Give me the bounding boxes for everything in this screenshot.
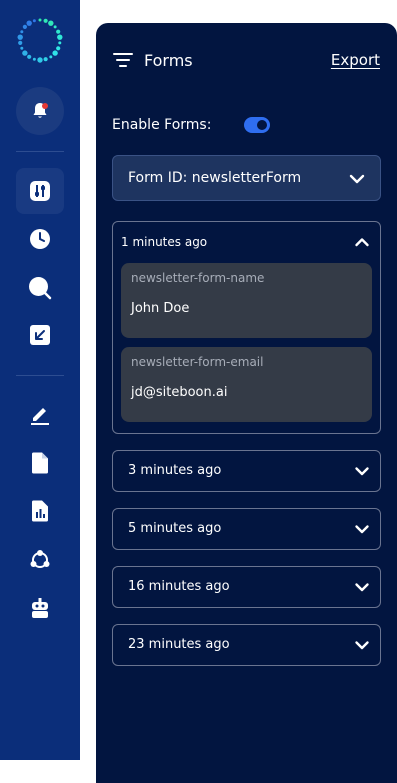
- submission-time: 23 minutes ago: [128, 637, 230, 652]
- filter-icon[interactable]: [113, 52, 133, 68]
- toggle-knob: [257, 120, 267, 130]
- chevron-down-icon: [355, 583, 369, 592]
- submission-entry[interactable]: 23 minutes ago: [112, 624, 381, 666]
- logo-icon: [17, 18, 63, 63]
- sidebar-item-reports[interactable]: [16, 488, 64, 534]
- notifications-button[interactable]: [16, 87, 64, 135]
- sidebar-item-history[interactable]: [16, 216, 64, 262]
- bell-icon: [33, 103, 48, 118]
- field-name: newsletter-form-name: [131, 271, 265, 285]
- submission-time: 3 minutes ago: [128, 463, 222, 478]
- submission-field: newsletter-form-name John Doe: [121, 263, 372, 338]
- sidebar-item-integrations[interactable]: [16, 537, 64, 583]
- chevron-down-icon: [355, 467, 369, 476]
- field-value: John Doe: [131, 301, 190, 316]
- submission-entry[interactable]: 3 minutes ago: [112, 450, 381, 492]
- export-link[interactable]: Export: [331, 51, 380, 69]
- submission-time: 16 minutes ago: [128, 579, 230, 594]
- enable-forms-label: Enable Forms:: [112, 117, 212, 133]
- sidebar-item-forms[interactable]: [16, 168, 64, 214]
- arrow-down-left-icon: [30, 325, 50, 345]
- field-value: jd@siteboon.ai: [131, 385, 228, 400]
- enable-forms-toggle[interactable]: [244, 117, 270, 133]
- submission-field: newsletter-form-email jd@siteboon.ai: [121, 347, 372, 422]
- notification-dot: [42, 103, 48, 109]
- submission-time: 1 minutes ago: [121, 235, 208, 249]
- field-name: newsletter-form-email: [131, 355, 264, 369]
- submission-entry[interactable]: 16 minutes ago: [112, 566, 381, 608]
- sliders-icon: [30, 181, 50, 201]
- network-icon: [30, 550, 50, 568]
- file-icon: [32, 452, 48, 474]
- forms-panel: Forms Export Enable Forms: Form ID: news…: [96, 23, 397, 783]
- chevron-down-icon: [349, 174, 365, 184]
- edit-icon: [31, 408, 49, 425]
- chevron-down-icon: [355, 525, 369, 534]
- sidebar-item-edit[interactable]: [16, 391, 64, 437]
- form-id-select-label: Form ID: newsletterForm: [128, 170, 302, 186]
- search-icon: [29, 277, 52, 300]
- sidebar: [0, 0, 80, 760]
- submission-entry[interactable]: 1 minutes ago newsletter-form-name John …: [112, 221, 381, 434]
- sidebar-divider: [16, 375, 64, 376]
- report-icon: [32, 500, 48, 522]
- form-id-select[interactable]: Form ID: newsletterForm: [112, 155, 381, 201]
- submission-entry[interactable]: 5 minutes ago: [112, 508, 381, 550]
- sidebar-divider: [16, 151, 64, 152]
- chevron-up-icon[interactable]: [354, 234, 370, 250]
- sidebar-item-import[interactable]: [16, 312, 64, 358]
- clock-icon: [30, 229, 50, 249]
- sidebar-item-assistant[interactable]: [16, 585, 64, 631]
- page-title: Forms: [144, 51, 193, 70]
- sidebar-item-documents[interactable]: [16, 440, 64, 486]
- chevron-down-icon: [355, 641, 369, 650]
- robot-icon: [32, 598, 48, 618]
- sidebar-item-search[interactable]: [16, 265, 64, 311]
- submission-time: 5 minutes ago: [128, 521, 222, 536]
